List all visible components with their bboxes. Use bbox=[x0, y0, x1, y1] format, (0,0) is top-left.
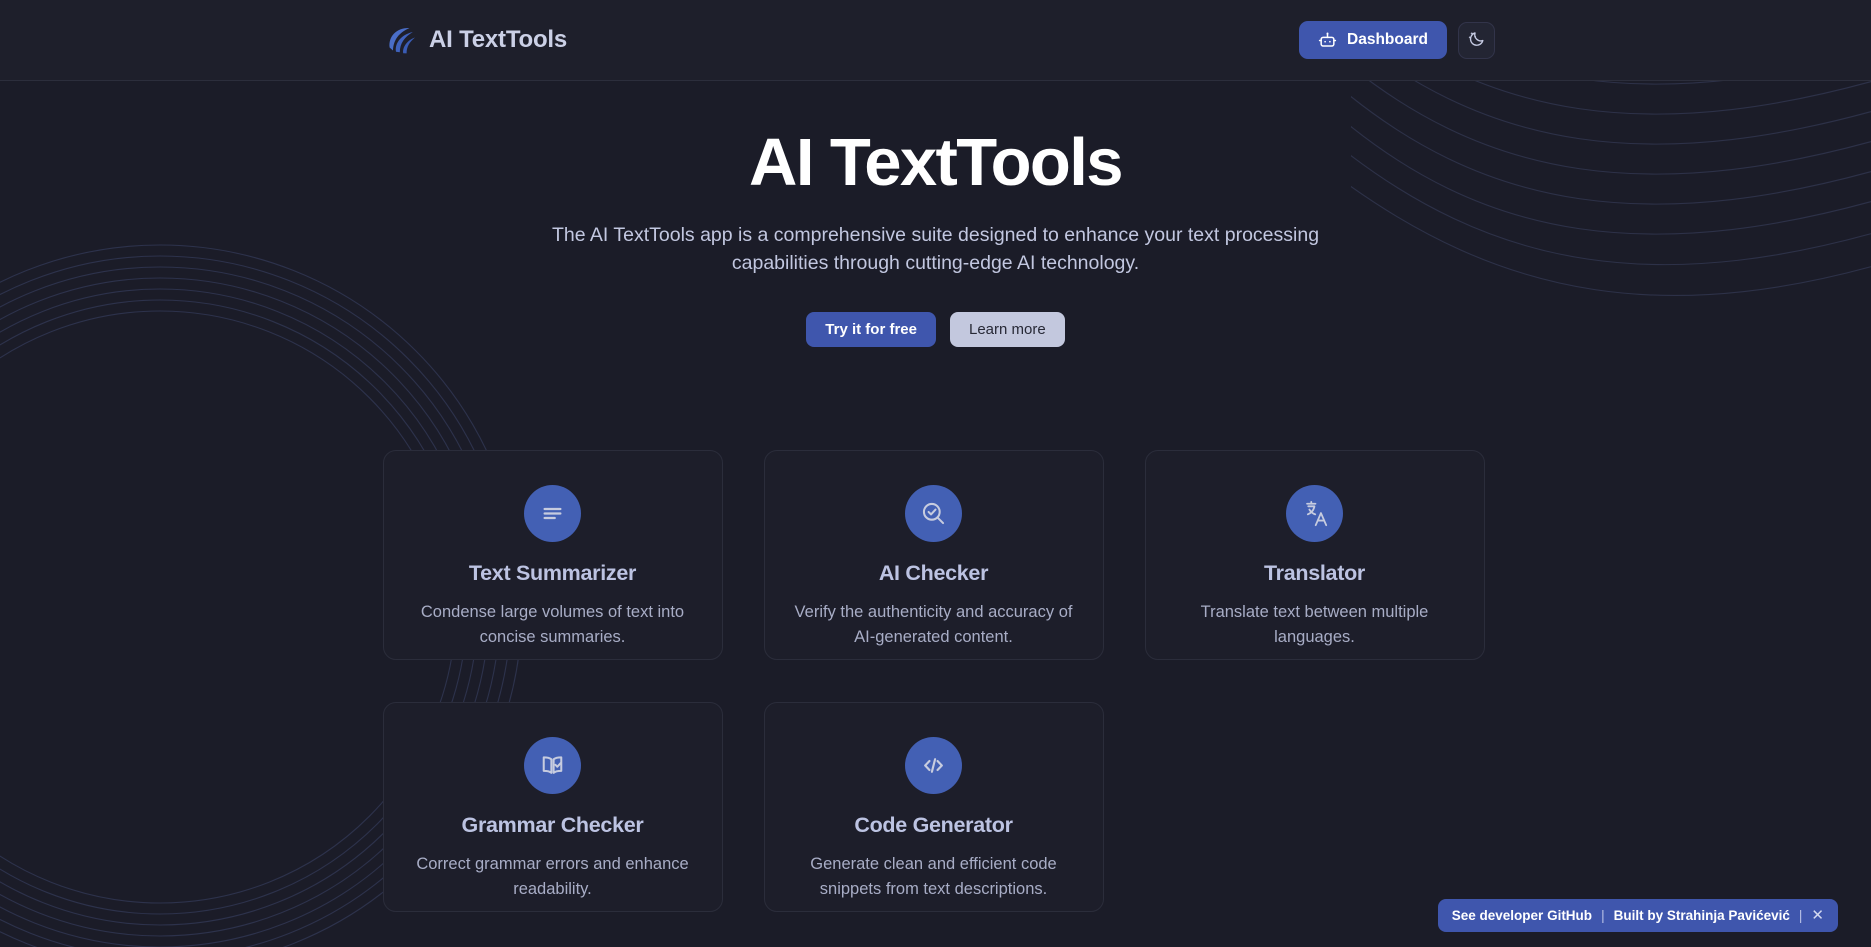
feature-card-ai-checker[interactable]: AI Checker Verify the authenticity and a… bbox=[763, 450, 1104, 661]
close-icon[interactable]: ✕ bbox=[1811, 908, 1824, 923]
developer-toast[interactable]: See developer GitHub | Built by Strahinj… bbox=[1437, 899, 1838, 932]
code-brackets-icon bbox=[905, 737, 962, 795]
robot-icon bbox=[1318, 31, 1337, 50]
try-free-button[interactable]: Try it for free bbox=[806, 312, 936, 348]
app-header: AI TextTools Dashboard bbox=[0, 0, 1871, 81]
card-title: Grammar Checker bbox=[461, 813, 644, 838]
card-title: AI Checker bbox=[878, 561, 989, 586]
toast-separator-2: | bbox=[1798, 908, 1803, 923]
header-actions: Dashboard bbox=[1299, 21, 1495, 59]
page-title: AI TextTools bbox=[749, 125, 1123, 200]
feature-card-translator[interactable]: Translator Translate text between multip… bbox=[1144, 450, 1485, 661]
card-description: Condense large volumes of text into conc… bbox=[420, 603, 685, 646]
dashboard-button[interactable]: Dashboard bbox=[1299, 21, 1447, 59]
moon-stars-icon bbox=[1467, 29, 1486, 51]
card-description: Correct grammar errors and enhance reada… bbox=[416, 855, 689, 898]
card-title: Text Summarizer bbox=[468, 561, 637, 586]
card-description: Verify the authenticity and accuracy of … bbox=[794, 603, 1073, 646]
text-lines-icon bbox=[524, 485, 581, 543]
learn-more-button[interactable]: Learn more bbox=[949, 312, 1065, 348]
swoosh-logo-icon bbox=[384, 23, 418, 57]
hero-subtitle: The AI TextTools app is a comprehensive … bbox=[551, 224, 1320, 275]
brand[interactable]: AI TextTools bbox=[384, 23, 567, 57]
card-title: Translator bbox=[1264, 561, 1365, 586]
hero-actions: Try it for free Learn more bbox=[0, 312, 1871, 348]
feature-card-grammar-checker[interactable]: Grammar Checker Correct grammar errors a… bbox=[382, 702, 723, 913]
github-link[interactable]: See developer GitHub bbox=[1452, 908, 1592, 923]
brand-name: AI TextTools bbox=[429, 26, 568, 53]
built-by-label: Built by Strahinja Pavićević bbox=[1613, 908, 1790, 923]
dashboard-button-label: Dashboard bbox=[1347, 31, 1428, 48]
book-check-icon bbox=[524, 737, 581, 795]
magnifier-check-icon bbox=[905, 485, 962, 543]
card-description: Translate text between multiple language… bbox=[1200, 603, 1429, 646]
feature-card-code-generator[interactable]: Code Generator Generate clean and effici… bbox=[763, 702, 1104, 913]
feature-card-text-summarizer[interactable]: Text Summarizer Condense large volumes o… bbox=[382, 450, 723, 661]
translate-icon bbox=[1286, 485, 1343, 543]
theme-toggle-button[interactable] bbox=[1458, 21, 1495, 59]
feature-card-grid: Text Summarizer Condense large volumes o… bbox=[382, 450, 1489, 913]
card-description: Generate clean and efficient code snippe… bbox=[810, 855, 1057, 898]
toast-separator-1: | bbox=[1601, 908, 1605, 923]
card-title: Code Generator bbox=[854, 813, 1013, 838]
hero-section: AI TextTools The AI TextTools app is a c… bbox=[0, 81, 1871, 348]
